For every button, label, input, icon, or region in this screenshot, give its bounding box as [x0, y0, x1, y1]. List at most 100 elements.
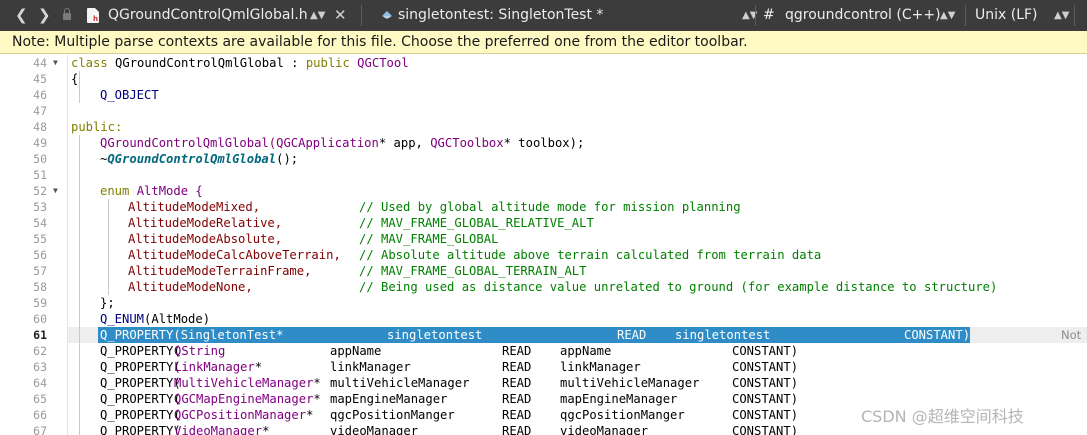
pointer-star: *	[306, 408, 314, 422]
property-getter: linkManager	[560, 360, 641, 374]
line-number-gutter[interactable]: 44 45 46 47 48 49 50 51 52 53 54 55 56 5…	[0, 55, 68, 435]
property-flag: CONSTANT)	[732, 424, 799, 435]
code-token: ();	[276, 152, 299, 166]
line-number: 63	[33, 360, 47, 374]
line-endings-selector[interactable]: Unix (LF)	[975, 0, 1038, 31]
line-number: 62	[33, 344, 47, 358]
line-number: 64	[33, 376, 47, 390]
enum-value: AltitudeModeMixed,	[128, 200, 261, 214]
pointer-star: *	[313, 392, 321, 406]
type-name: QGCApplication	[276, 136, 379, 150]
fold-arrow-icon[interactable]: ▼	[53, 183, 58, 199]
code-line: {	[71, 72, 79, 86]
selected-code-token: Q_PROPERTY(SingletonTest*	[100, 328, 284, 342]
close-document-icon[interactable]: ✕	[334, 0, 347, 31]
property-open: Q_PROPERTY(	[100, 376, 181, 390]
line-number: 46	[33, 88, 47, 102]
code-line: ~QGroundControlQmlGlobal();	[100, 151, 298, 167]
property-getter: appName	[560, 344, 612, 358]
destructor-name: QGroundControlQmlGlobal	[107, 152, 277, 166]
open-document-selector[interactable]: QGroundControlQmlGlobal.h	[108, 0, 320, 31]
property-type: LinkManager*	[174, 359, 262, 375]
enum-name: AltMode {	[129, 184, 203, 198]
code-editor[interactable]: 44 45 46 47 48 49 50 51 52 53 54 55 56 5…	[0, 55, 1087, 435]
line-endings-dropdown-icon[interactable]: ▲▼	[1054, 0, 1069, 31]
back-arrow-icon[interactable]: ❮	[15, 0, 28, 31]
property-read: READ	[502, 376, 532, 390]
lock-icon	[63, 8, 71, 20]
line-number: 50	[33, 152, 47, 166]
property-open: Q_PROPERTY(	[100, 344, 181, 358]
enum-value: AltitudeModeAbsolute,	[128, 232, 283, 246]
property-name: appName	[330, 344, 382, 358]
enum-value: AltitudeModeCalcAboveTerrain,	[128, 248, 341, 262]
keyword: enum	[100, 184, 130, 198]
enum-value: AltitudeModeRelative,	[128, 216, 283, 230]
hash-icon: #	[763, 7, 775, 23]
property-open: Q_PROPERTY(	[100, 360, 181, 374]
line-number: 53	[33, 200, 47, 214]
property-flag: CONSTANT)	[732, 392, 799, 406]
line-number: 44	[33, 56, 47, 70]
symbol-selector[interactable]: singletontest: SingletonTest *	[398, 0, 733, 31]
enum-value: AltitudeModeTerrainFrame,	[128, 264, 312, 278]
type-name: VideoManager	[174, 424, 263, 435]
enum-value: AltitudeModeNone,	[128, 280, 253, 294]
symbol-icon	[382, 11, 392, 19]
type-name: QGCPositionManager	[174, 408, 307, 422]
indent-guide	[108, 199, 109, 295]
property-read: READ	[502, 424, 532, 435]
property-read: READ	[502, 408, 532, 422]
fold-arrow-icon[interactable]: ▼	[53, 55, 58, 71]
code-line: public:	[71, 120, 123, 134]
property-name: mapEngineManager	[330, 392, 448, 406]
toolbar-separator	[361, 5, 362, 26]
type-name: QGCToolbox	[430, 136, 504, 150]
document-dropdown-icon[interactable]: ▲▼	[310, 0, 325, 31]
code-line: class QGroundControlQmlGlobal : public Q…	[71, 55, 409, 71]
code-line: enum AltMode {	[100, 183, 203, 199]
property-open: Q_PROPERTY(	[100, 424, 181, 435]
line-number: 66	[33, 408, 47, 422]
property-getter: videoManager	[560, 424, 649, 435]
selected-code-token: CONSTANT)	[904, 328, 971, 342]
line-number: 51	[33, 168, 47, 182]
indent-guide	[79, 71, 80, 103]
code-comment: // Being used as distance value unrelate…	[359, 280, 998, 294]
property-flag: CONSTANT)	[732, 360, 799, 374]
pointer-star: *	[313, 376, 321, 390]
line-number: 67	[33, 424, 47, 435]
project-selector[interactable]: qgroundcontrol (C++)	[785, 0, 945, 31]
forward-arrow-icon[interactable]: ❯	[38, 0, 51, 31]
indent-guide	[79, 135, 80, 435]
constructor-name: QGroundControlQmlGlobal(	[100, 136, 277, 150]
property-type: VideoManager*	[174, 423, 269, 435]
keyword: class	[71, 56, 108, 70]
property-getter: mapEngineManager	[560, 392, 678, 406]
property-getter: multiVehicleManager	[560, 376, 700, 390]
toolbar-separator	[1074, 5, 1075, 26]
property-read: READ	[502, 360, 532, 374]
line-number: 60	[33, 312, 47, 326]
property-name: videoManager	[330, 424, 419, 435]
type-name: QGCTool	[349, 56, 409, 70]
code-comment: // MAV_FRAME_GLOBAL_RELATIVE_ALT	[359, 216, 594, 230]
line-number: 45	[33, 72, 47, 86]
property-open: Q_PROPERTY(	[100, 408, 181, 422]
property-read: READ	[502, 344, 532, 358]
line-number: 55	[33, 232, 47, 246]
property-name: linkManager	[330, 360, 411, 374]
line-number: 52	[33, 184, 47, 198]
selected-code-token: singletontest	[387, 328, 483, 342]
property-type: QString	[174, 344, 226, 358]
code-comment: // MAV_FRAME_GLOBAL_TERRAIN_ALT	[359, 264, 587, 278]
editor-toolbar: ❮ ❯ h QGroundControlQmlGlobal.h ▲▼ ✕ sin…	[0, 0, 1087, 31]
argument-text: * app,	[378, 136, 431, 150]
type-name: MultiVehicleManager	[174, 376, 314, 390]
watermark-text: CSDN @超维空间科技	[861, 407, 1024, 426]
line-number: 58	[33, 280, 47, 294]
macro-name: Q_ENUM	[100, 312, 145, 326]
project-dropdown-icon[interactable]: ▲▼	[940, 0, 955, 31]
code-comment: // MAV_FRAME_GLOBAL	[359, 232, 499, 246]
property-flag: CONSTANT)	[732, 344, 799, 358]
